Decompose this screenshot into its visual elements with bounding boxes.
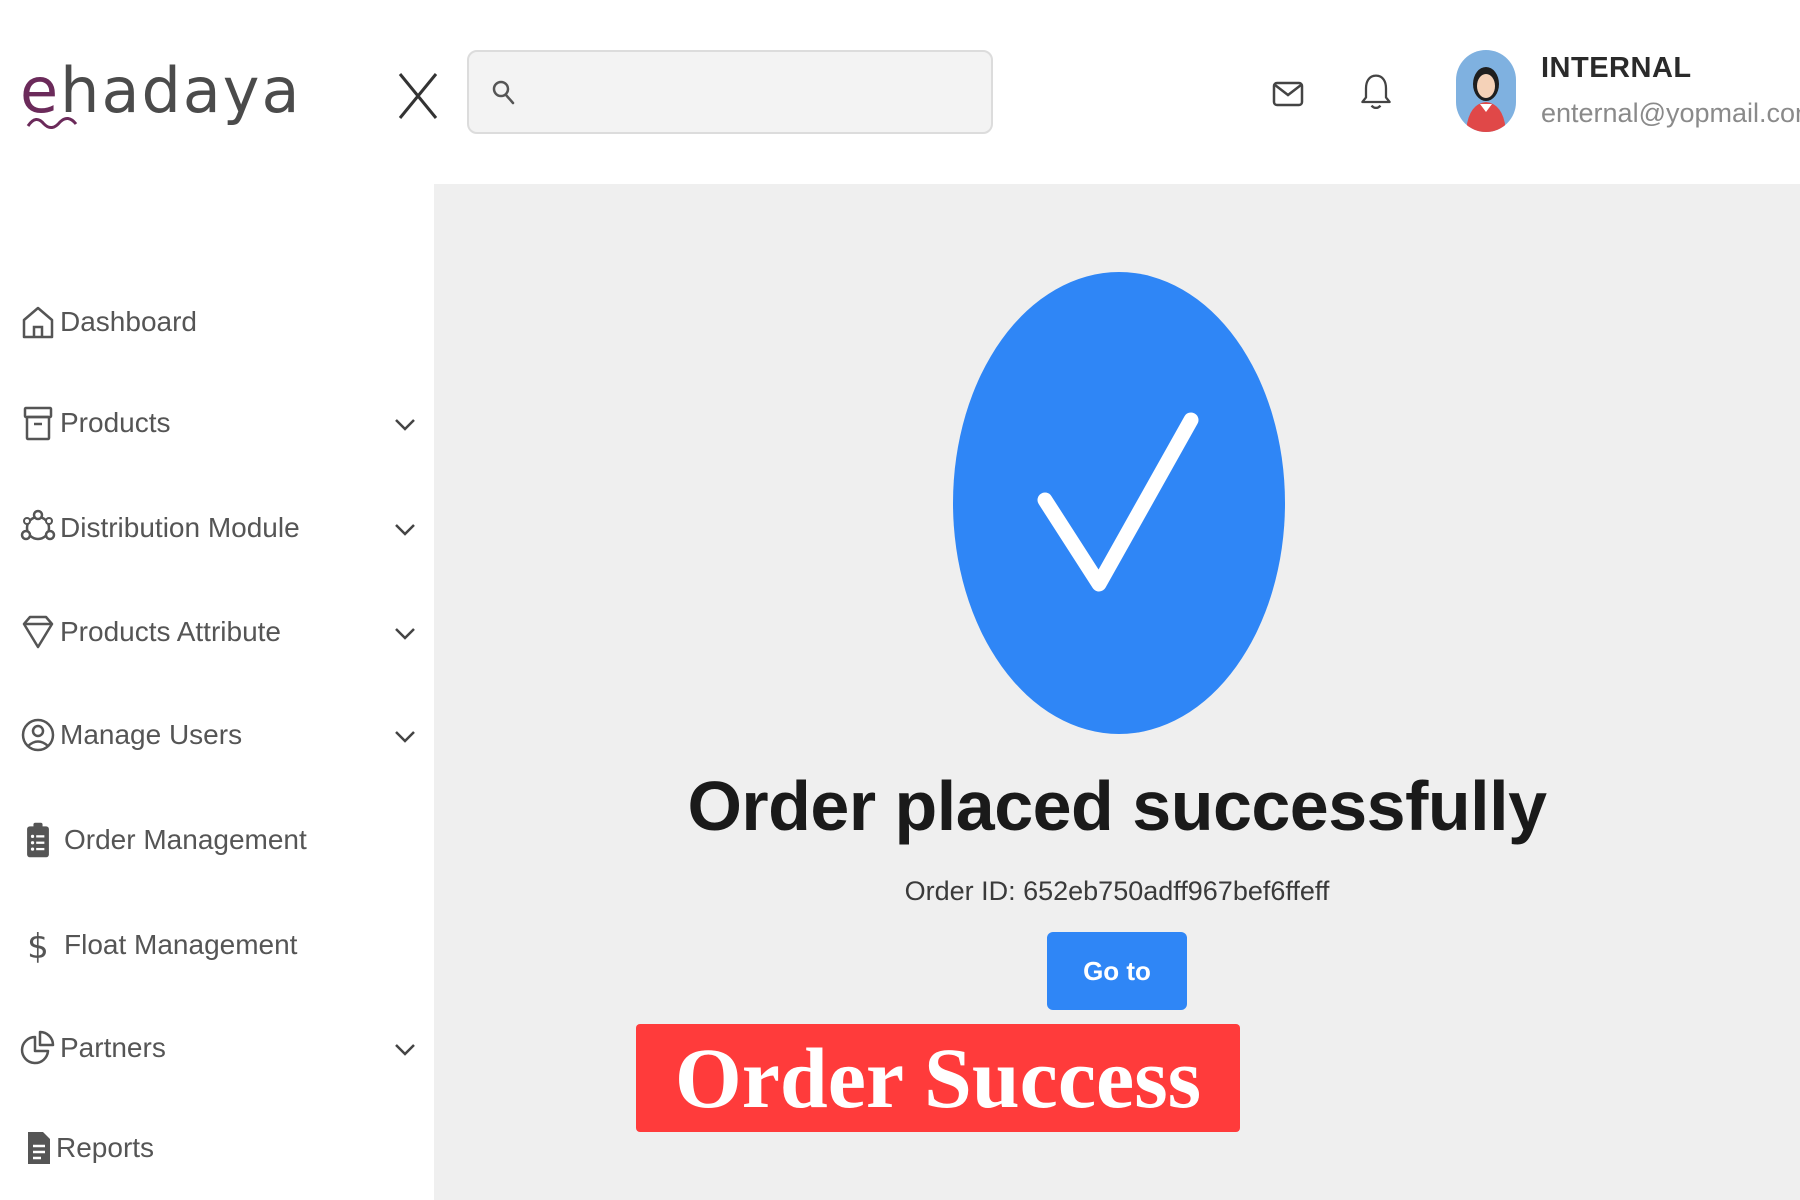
sidebar-item-float-management[interactable]: $ Float Management: [0, 913, 434, 977]
avatar-icon: [1466, 67, 1506, 132]
search-icon: [492, 80, 515, 105]
avatar[interactable]: [1456, 50, 1516, 132]
sidebar-item-label: Products: [60, 407, 171, 438]
chevron-down-icon[interactable]: [392, 1036, 418, 1062]
sidebar-item-label: Products Attribute: [60, 616, 282, 647]
pie-chart-icon: [20, 1030, 55, 1065]
sidebar-item-distribution-module[interactable]: Distribution Module: [0, 496, 434, 560]
success-badge: [953, 272, 1285, 734]
sidebar-item-label: Reports: [56, 1132, 155, 1163]
user-name: INTERNAL: [1541, 52, 1692, 84]
sidebar-item-label: Distribution Module: [60, 512, 300, 543]
sidebar-nav: Dashboard Products Distribution Module P…: [0, 184, 434, 1200]
svg-text:$: $: [27, 927, 49, 965]
bell-icon[interactable]: [1356, 72, 1396, 112]
sidebar-item-products[interactable]: Products: [0, 391, 434, 455]
sidebar-item-label: Order Management: [64, 824, 307, 855]
chevron-down-icon[interactable]: [392, 723, 418, 749]
logo-swoosh-icon: [26, 117, 78, 129]
archive-icon: [23, 406, 53, 441]
sidebar-item-products-attribute[interactable]: Products Attribute: [0, 600, 434, 664]
sidebar-item-reports[interactable]: Reports: [0, 1116, 434, 1180]
chevron-down-icon[interactable]: [392, 411, 418, 437]
user-circle-icon: [21, 718, 55, 752]
page-title: Order placed successfully: [687, 767, 1547, 845]
check-icon: [1037, 412, 1199, 592]
close-icon[interactable]: [396, 68, 440, 124]
mail-icon[interactable]: [1268, 74, 1308, 114]
sidebar-item-dashboard[interactable]: Dashboard: [0, 290, 434, 354]
sidebar-item-partners[interactable]: Partners: [0, 1016, 434, 1080]
sidebar-item-manage-users[interactable]: Manage Users: [0, 703, 434, 767]
order-id: Order ID: 652eb750adff967bef6ffeff: [904, 876, 1330, 906]
home-icon: [22, 306, 54, 339]
sidebar-item-label: Partners: [60, 1032, 166, 1063]
caption-banner: Order Success: [636, 1024, 1240, 1132]
diamond-icon: [22, 615, 54, 649]
search-box[interactable]: [467, 50, 993, 134]
go-to-home-button[interactable]: Go to Home: [1047, 932, 1187, 1064]
file-icon: [28, 1132, 50, 1164]
chevron-down-icon[interactable]: [392, 620, 418, 646]
search-input[interactable]: [529, 64, 973, 122]
user-email: enternal@yopmail.com: [1541, 98, 1800, 128]
brand-logo[interactable]: ehadaya: [20, 46, 299, 136]
top-header: ehadaya INTERNAL enternal@yopmail.com: [0, 0, 1800, 184]
chevron-down-icon[interactable]: [392, 516, 418, 542]
sidebar-item-label: Dashboard: [60, 306, 197, 337]
network-icon: [20, 509, 56, 541]
sidebar-item-order-management[interactable]: Order Management: [0, 808, 434, 872]
clipboard-list-icon: [27, 822, 49, 858]
sidebar-item-label: Float Management: [64, 929, 298, 960]
dollar-icon: $: [27, 927, 49, 965]
sidebar-item-label: Manage Users: [60, 719, 243, 750]
